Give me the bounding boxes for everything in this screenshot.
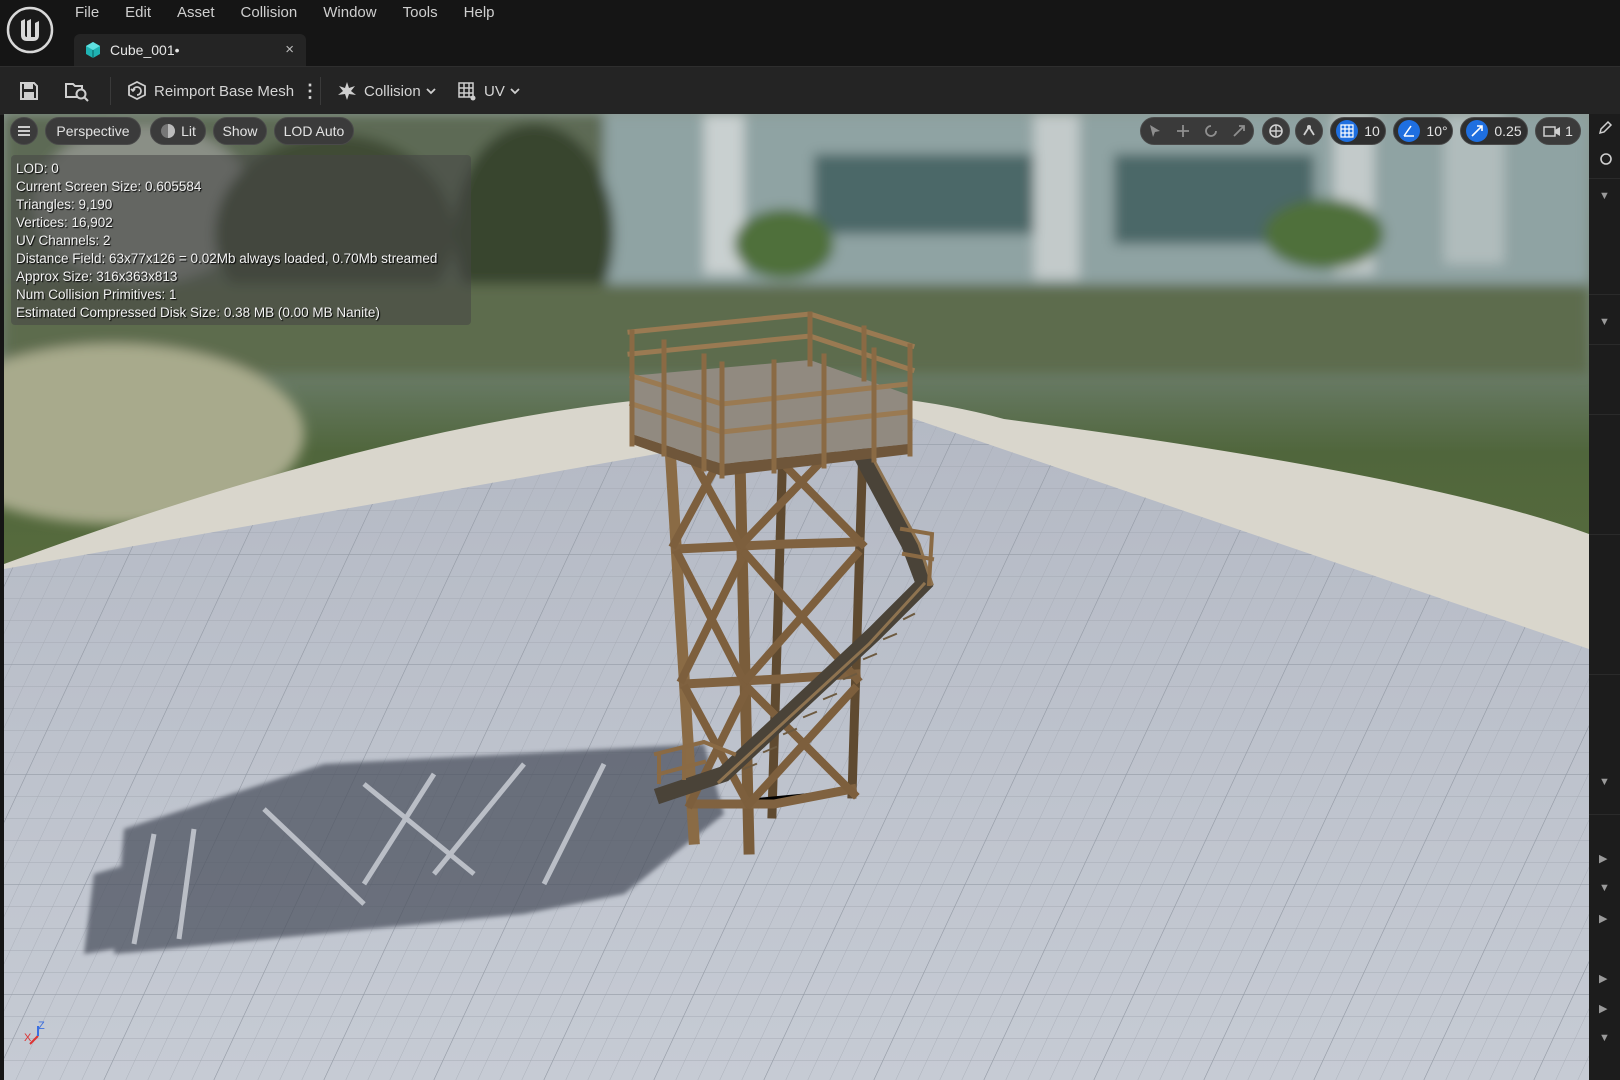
stat-vertices: Vertices: 16,902 <box>16 215 113 230</box>
perspective-view-button[interactable]: Perspective <box>45 117 141 145</box>
coordinate-space-icon <box>1269 124 1283 138</box>
toolbar-divider <box>110 77 111 105</box>
stat-disk-size: Estimated Compressed Disk Size: 0.38 MB … <box>16 305 380 320</box>
rotation-snap-value: 10° <box>1426 123 1448 139</box>
menu-collision[interactable]: Collision <box>228 0 311 26</box>
stat-collision-primitives: Num Collision Primitives: 1 <box>16 287 177 302</box>
asset-tab[interactable]: Cube_001• × <box>74 34 306 66</box>
axis-x-label: X <box>24 1032 32 1044</box>
viewport-options-button[interactable] <box>10 117 38 145</box>
lod-auto-button[interactable]: LOD Auto <box>274 117 354 145</box>
surface-snap-icon <box>1303 125 1315 136</box>
tab-title: Cube_001• <box>110 42 180 58</box>
chevron-down-icon <box>510 88 520 95</box>
stat-lod: LOD: 0 <box>16 161 59 176</box>
mesh-stats-overlay: LOD: 0 Current Screen Size: 0.605584 Tri… <box>11 155 471 325</box>
menu-asset[interactable]: Asset <box>164 0 228 26</box>
camera-icon <box>1543 126 1561 137</box>
grid-snap-button[interactable]: 10 <box>1330 117 1386 145</box>
grid-snap-value: 10 <box>1364 123 1380 139</box>
expand-arrow-icon[interactable]: ▼ <box>1599 776 1610 788</box>
panel-divider <box>1589 534 1620 535</box>
collapse-arrow-icon[interactable]: ▶ <box>1599 852 1607 865</box>
scale-snap-value: 0.25 <box>1494 123 1522 139</box>
uv-dropdown[interactable]: UV <box>456 67 521 115</box>
menu-window[interactable]: Window <box>310 0 389 26</box>
collapse-arrow-icon[interactable]: ▶ <box>1599 972 1607 985</box>
reimport-base-mesh-button[interactable]: Reimport Base Mesh <box>126 67 294 115</box>
collision-dropdown[interactable]: Collision <box>336 67 437 115</box>
unreal-logo-icon[interactable] <box>6 6 54 54</box>
rotate-icon[interactable] <box>1204 124 1218 138</box>
stat-distance-field: Distance Field: 63x77x126 = 0.02Mb alway… <box>16 251 438 266</box>
hamburger-menu-icon <box>18 126 30 136</box>
show-flags-button[interactable]: Show <box>213 117 267 145</box>
reimport-label: Reimport Base Mesh <box>154 82 295 100</box>
panel-divider <box>1589 414 1620 415</box>
expand-arrow-icon[interactable]: ▼ <box>1599 190 1610 202</box>
surface-snap-toggle[interactable] <box>1295 117 1323 145</box>
scale-snap-button[interactable]: 0.25 <box>1460 117 1528 145</box>
asset-toolbar: Reimport Base Mesh ⋮ Collision UV <box>0 66 1620 115</box>
move-icon[interactable] <box>1176 124 1190 138</box>
menu-edit[interactable]: Edit <box>112 0 164 26</box>
stat-approx-size: Approx Size: 316x363x813 <box>16 269 178 284</box>
world-local-toggle[interactable] <box>1262 117 1290 145</box>
save-icon <box>20 82 38 100</box>
camera-speed-value: 1 <box>1565 123 1573 139</box>
axis-z-label: Z <box>38 1020 45 1032</box>
edit-pencil-icon[interactable] <box>1597 120 1613 136</box>
browse-asset-button[interactable] <box>64 67 90 115</box>
toolbar-divider <box>320 77 321 105</box>
main-menu: File Edit Asset Collision Window Tools H… <box>62 0 508 26</box>
panel-divider <box>1589 814 1620 815</box>
menu-help[interactable]: Help <box>451 0 508 26</box>
collision-icon <box>338 82 356 100</box>
collision-label: Collision <box>364 82 421 100</box>
grid-snap-icon <box>1336 120 1359 142</box>
save-button[interactable] <box>18 67 40 115</box>
panel-divider <box>1589 294 1620 295</box>
scale-icon[interactable] <box>1232 124 1246 138</box>
panel-divider <box>1589 674 1620 675</box>
transform-tools <box>1140 117 1254 145</box>
expand-arrow-icon[interactable]: ▼ <box>1599 1032 1610 1044</box>
chevron-down-icon <box>426 88 436 95</box>
expand-arrow-icon[interactable]: ▼ <box>1599 316 1610 328</box>
rotation-snap-icon <box>1398 120 1421 142</box>
lit-mode-button[interactable]: Lit <box>150 117 206 145</box>
select-arrow-icon[interactable] <box>1148 124 1162 138</box>
uv-label: UV <box>484 82 505 100</box>
stat-triangles: Triangles: 9,190 <box>16 197 113 212</box>
camera-speed-button[interactable]: 1 <box>1535 117 1581 145</box>
browse-folder-icon <box>65 83 89 102</box>
menu-tools[interactable]: Tools <box>390 0 451 26</box>
lit-label: Lit <box>181 123 196 139</box>
details-panel-edge: ▼ ▼ ▼ ▶ ▼ ▶ ▶ ▶ ▼ <box>1589 114 1620 1080</box>
reimport-icon <box>128 80 146 101</box>
search-icon[interactable] <box>1599 152 1615 168</box>
static-mesh-icon <box>86 42 100 58</box>
stat-screen-size: Current Screen Size: 0.605584 <box>16 179 202 194</box>
more-options-button[interactable]: ⋮ <box>301 67 319 115</box>
rotation-snap-button[interactable]: 10° <box>1393 117 1453 145</box>
expand-arrow-icon[interactable]: ▼ <box>1599 882 1610 894</box>
close-tab-icon[interactable]: × <box>285 41 294 58</box>
uv-grid-icon <box>458 82 476 101</box>
stat-uv-channels: UV Channels: 2 <box>16 233 111 248</box>
lit-sphere-icon <box>161 124 176 138</box>
scale-snap-icon <box>1466 120 1489 142</box>
panel-divider <box>1589 344 1620 345</box>
collapse-arrow-icon[interactable]: ▶ <box>1599 1002 1607 1015</box>
collapse-arrow-icon[interactable]: ▶ <box>1599 912 1607 925</box>
menu-file[interactable]: File <box>62 0 112 26</box>
panel-divider <box>1589 178 1620 179</box>
title-bar: File Edit Asset Collision Window Tools H… <box>0 0 1620 66</box>
